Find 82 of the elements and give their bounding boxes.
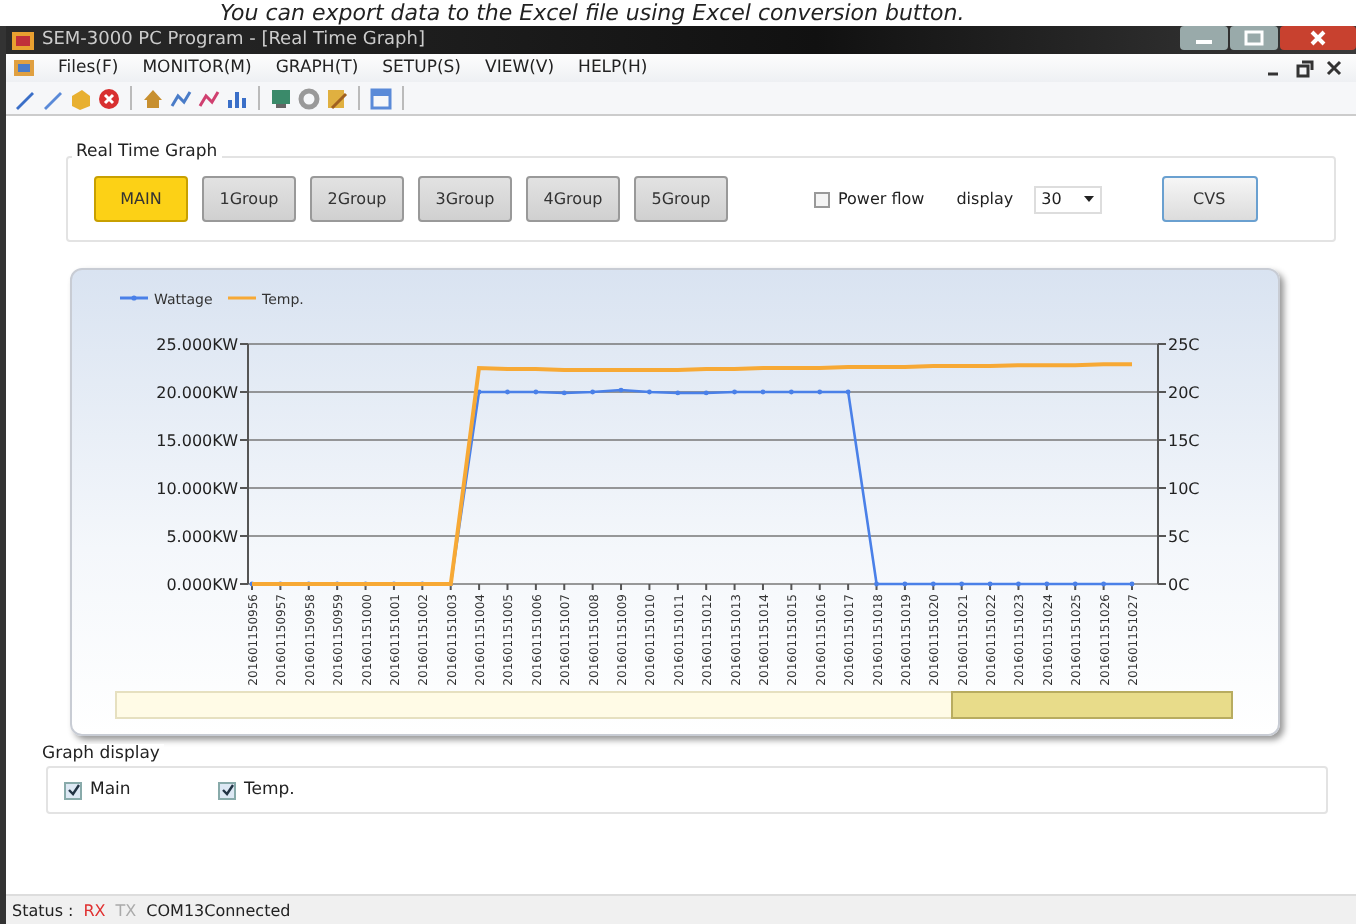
data-point <box>590 389 596 395</box>
data-point <box>476 389 482 395</box>
data-point <box>788 389 794 395</box>
restore-icon[interactable] <box>1296 59 1314 77</box>
group-button[interactable]: 1Group <box>202 176 296 222</box>
data-point <box>760 389 766 395</box>
app-icon <box>12 29 34 51</box>
data-point <box>675 390 681 396</box>
caption-text: You can export data to the Excel file using Excel conversion button. <box>218 0 967 26</box>
close-icon[interactable] <box>1326 59 1344 77</box>
data-point <box>930 581 936 587</box>
signal-indicator: TX <box>115 901 137 919</box>
window-title: SEM-3000 PC Program - [Real Time Graph] <box>42 30 425 50</box>
data-point <box>505 389 510 395</box>
window-icon[interactable] <box>370 87 392 109</box>
checkbox-label: Main <box>90 780 131 800</box>
group-button[interactable]: 2Group <box>310 176 404 222</box>
menu-item[interactable]: SETUP(S) <box>382 58 461 78</box>
export-button[interactable]: CVS <box>1161 176 1258 222</box>
group-button[interactable]: 5Group <box>634 176 728 222</box>
axis-tick-label: 0C <box>1168 576 1190 594</box>
group-button[interactable]: MAIN <box>94 176 188 222</box>
menu-item[interactable]: MONITOR(M) <box>142 58 252 78</box>
data-point <box>874 581 879 587</box>
checkbox[interactable] <box>218 781 236 799</box>
note-icon[interactable] <box>326 87 348 109</box>
axis-tick-label: 10.000KW <box>156 480 238 498</box>
line-chart-icon[interactable] <box>198 87 220 109</box>
menu-item[interactable]: VIEW(V) <box>485 58 555 78</box>
data-point <box>647 389 652 395</box>
data-point <box>1101 581 1106 587</box>
maximize-icon[interactable] <box>1230 26 1278 50</box>
caret-icon <box>1083 196 1094 202</box>
axis-tick-label: 5.000KW <box>166 528 238 546</box>
scrollbar[interactable] <box>115 691 1233 719</box>
group-button[interactable]: 3Group <box>418 176 512 222</box>
data-point <box>1072 581 1078 587</box>
axis-tick-label: 10C <box>1168 480 1200 498</box>
data-point <box>1044 581 1050 587</box>
data-point <box>902 581 908 587</box>
checkbox[interactable] <box>64 781 82 799</box>
group-label: Real Time Graph <box>72 142 222 162</box>
checkbox[interactable] <box>814 191 830 207</box>
data-point <box>561 390 567 396</box>
checkbox-label: Power flow <box>838 190 925 208</box>
display-dropdown[interactable]: 30 <box>1033 185 1102 213</box>
data-point <box>533 389 539 395</box>
checkbox-label: Temp. <box>244 780 295 800</box>
axis-tick-label: 25.000KW <box>156 336 238 354</box>
data-point <box>249 581 255 587</box>
data-point <box>959 581 965 587</box>
group-button[interactable]: 4Group <box>526 176 620 222</box>
menu-item[interactable]: Files(F) <box>58 58 119 78</box>
home-icon[interactable] <box>142 87 164 109</box>
data-point <box>987 581 993 587</box>
menu-item[interactable]: HELP(H) <box>578 58 648 78</box>
axis-tick-label: 20C <box>1168 384 1200 402</box>
close-circle-icon[interactable] <box>98 87 120 109</box>
monitor-icon[interactable] <box>270 87 292 109</box>
data-point <box>1129 581 1135 587</box>
data-point <box>618 387 624 393</box>
axis-tick-label: 5C <box>1168 528 1190 546</box>
data-point <box>1016 581 1021 587</box>
line-chart-icon[interactable] <box>170 87 192 109</box>
legend-swatch <box>120 295 148 301</box>
group-label: Graph display <box>38 744 164 764</box>
data-point <box>703 390 709 396</box>
data-point <box>732 389 737 395</box>
axis-tick-label: 0.000KW <box>166 576 238 594</box>
axis-tick-label: 20.000KW <box>156 384 238 402</box>
document-icon[interactable] <box>14 58 34 78</box>
axis-tick-label: 15C <box>1168 432 1200 450</box>
signal-indicator: RX <box>83 901 106 919</box>
status-label: Status : <box>12 901 74 919</box>
connection-status: COM13Connected <box>146 901 291 919</box>
data-point <box>845 389 851 395</box>
axis-tick-label: 15.000KW <box>156 432 238 450</box>
bar-chart-icon[interactable] <box>226 87 248 109</box>
display-label: display <box>956 190 1014 208</box>
axis-tick-label: 25C <box>1168 336 1200 354</box>
menu-item[interactable]: GRAPH(T) <box>275 58 359 78</box>
data-point <box>817 389 823 395</box>
